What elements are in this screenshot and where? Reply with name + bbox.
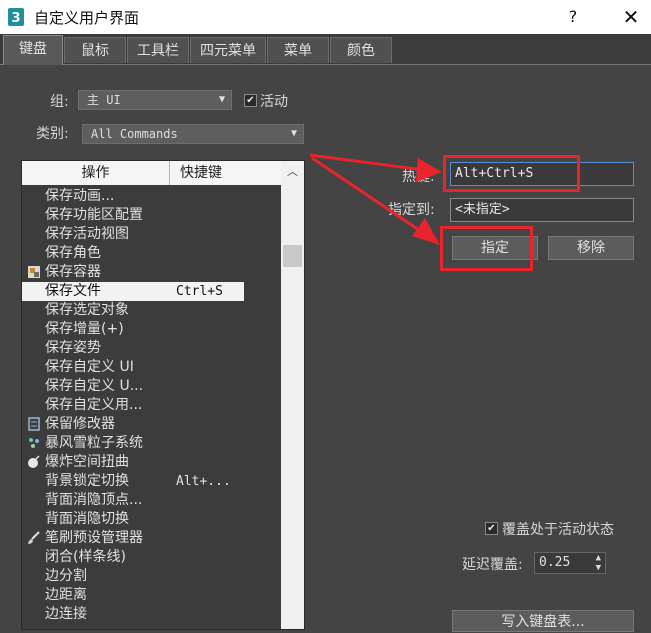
list-item[interactable]: 保存增量(+) [22,320,281,339]
list-item[interactable]: 边连接 [22,605,281,624]
group-dropdown[interactable]: 主 UI ▼ [78,90,232,110]
delay-override-spinner[interactable]: 0.25 ▲ ▼ [534,552,606,574]
list-item[interactable]: 边距离 [22,586,281,605]
list-item[interactable]: 保存自定义 UI [22,358,281,377]
tab-quad-menus[interactable]: 四元菜单 [190,37,266,63]
list-item[interactable]: 保存自定义用... [22,396,281,415]
list-item-selected[interactable]: 保存文件 Ctrl+S [22,282,244,301]
close-button[interactable]: ✕ [618,5,644,29]
bomb-icon [28,455,40,468]
chevron-down-icon: ▼ [218,94,225,105]
scroll-thumb[interactable] [283,245,302,267]
category-dropdown[interactable]: All Commands ▼ [82,124,304,144]
brush-icon [28,531,40,544]
write-keyboard-chart-button[interactable]: 写入键盘表... [452,610,634,632]
list-item[interactable]: 暴风雪粒子系统 [22,434,281,453]
header-action[interactable]: 操作 [22,161,170,185]
header-shortcut[interactable]: 快捷键 [170,161,281,185]
svg-text:3: 3 [11,11,20,26]
assign-button[interactable]: 指定 [452,236,538,260]
list-item[interactable]: 保存功能区配置 [22,206,281,225]
list-item[interactable]: 爆炸空间扭曲 [22,453,281,472]
remove-button[interactable]: 移除 [548,236,634,260]
action-list[interactable]: 操作 快捷键 ︿ 保存动画... 保存功能区配置 保存活动视图 保存角色 保存容… [21,160,305,630]
list-item[interactable]: 边分割 [22,567,281,586]
list-item[interactable]: 背面消隐顶点... [22,491,281,510]
tab-bar: 键盘 鼠标 工具栏 四元菜单 菜单 颜色 [0,34,651,65]
tab-menus[interactable]: 菜单 [267,37,329,63]
override-label: 覆盖处于活动状态 [502,522,614,538]
category-label: 类别: [36,126,69,142]
tab-mouse[interactable]: 鼠标 [64,37,126,63]
hotkey-input[interactable]: Alt+Ctrl+S [450,162,634,186]
list-item[interactable]: 闭合(样条线) [22,548,281,567]
title-bar: 3 自定义用户界面 ? ✕ [0,0,651,34]
spinner-arrows-icon[interactable]: ▲ ▼ [596,553,601,573]
assigned-to-field: <未指定> [450,198,634,222]
modifier-icon [28,417,40,431]
particle-icon [29,438,39,448]
delay-override-label: 延迟覆盖: [462,557,523,573]
tab-toolbars[interactable]: 工具栏 [127,37,189,63]
hotkey-label: 热键: [402,169,435,185]
chevron-up-icon[interactable]: ︿ [281,161,304,183]
category-value: All Commands [91,127,178,141]
help-button[interactable]: ? [560,5,586,29]
group-value: 主 UI [87,93,121,107]
delay-override-value: 0.25 [539,555,571,570]
window-title: 自定义用户界面 [34,9,140,27]
list-item[interactable]: 保存选定对象 [22,301,281,320]
chevron-down-icon: ▼ [290,128,297,139]
list-item[interactable]: 保存动画... [22,187,281,206]
list-item[interactable]: 保存姿势 [22,339,281,358]
list-header: 操作 快捷键 [22,161,281,185]
list-item[interactable]: 保存容器 [22,263,281,282]
list-item[interactable]: 背景锁定切换 Alt+... [22,472,281,491]
tab-keyboard[interactable]: 键盘 [3,35,63,65]
active-checkbox[interactable]: ✔ [244,94,257,107]
arrow-head-assign-icon [412,218,440,245]
list-item[interactable]: 保留修改器 [22,415,281,434]
list-item[interactable]: 背面消隐切换 [22,510,281,529]
assigned-to-label: 指定到: [388,202,435,218]
group-label: 组: [50,94,69,110]
list-item[interactable]: 笔刷预设管理器 [22,529,281,548]
scrollbar[interactable]: ︿ [281,161,304,629]
override-checkbox[interactable]: ✔ [485,522,498,535]
list-item[interactable]: 保存角色 [22,244,281,263]
app-icon: 3 [8,8,24,26]
active-label: 活动 [260,94,288,110]
list-item[interactable]: 保存自定义 U... [22,377,281,396]
container-icon [28,266,40,278]
tab-colors[interactable]: 颜色 [330,37,392,63]
list-item[interactable]: 保存活动视图 [22,225,281,244]
